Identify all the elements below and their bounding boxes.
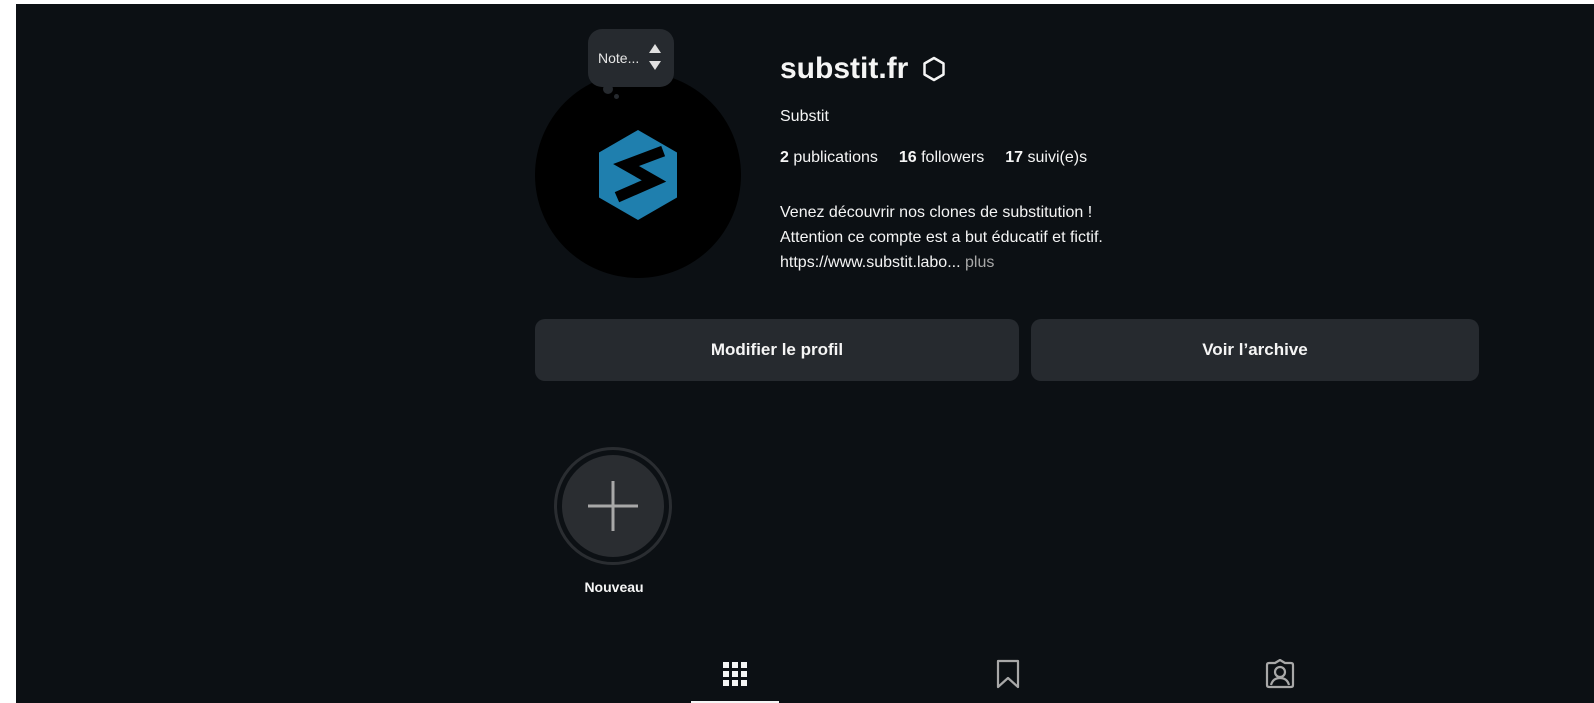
grid-icon [723, 662, 747, 686]
profile-stats: 2 publications 16 followers 17 suivi(e)s [780, 149, 1087, 167]
bio-line: Attention ce compte est a but éducatif e… [780, 229, 1103, 246]
bookmark-icon [996, 659, 1020, 689]
bio-line: Venez découvrir nos clones de substituti… [780, 204, 1093, 221]
stepper-arrows-icon[interactable] [648, 41, 662, 73]
stat-publications: 2 publications [780, 149, 878, 166]
bio-more-link[interactable]: plus [965, 254, 994, 271]
profile-full-name: Substit [780, 108, 829, 125]
new-highlight-button[interactable] [554, 447, 672, 565]
tab-saved[interactable] [991, 657, 1025, 691]
substit-logo-icon [599, 130, 677, 220]
new-highlight-circle [562, 455, 664, 557]
profile-username: substit.fr [780, 52, 909, 85]
new-highlight-label: Nouveau [584, 579, 644, 595]
view-archive-button[interactable]: Voir l’archive [1031, 319, 1479, 381]
edit-profile-button[interactable]: Modifier le profil [535, 319, 1019, 381]
tab-tagged[interactable] [1263, 657, 1297, 691]
settings-gear-icon[interactable] [920, 55, 948, 83]
stat-followers[interactable]: 16 followers [899, 149, 984, 167]
tagged-user-icon [1265, 659, 1295, 689]
profile-bio: Venez découvrir nos clones de substituti… [780, 200, 1300, 275]
stat-following[interactable]: 17 suivi(e)s [1005, 149, 1087, 167]
plus-icon [588, 481, 638, 531]
note-tail-dot-small [614, 94, 619, 99]
note-tail-dot [603, 84, 613, 94]
note-placeholder: Note... [598, 50, 640, 66]
bio-line-link: https://www.substit.labo... plus [780, 250, 1300, 275]
profile-username-row: substit.fr [780, 52, 948, 86]
note-input[interactable]: Note... [588, 29, 674, 87]
profile-avatar[interactable] [535, 72, 741, 278]
tab-posts[interactable] [718, 657, 752, 691]
bio-link[interactable]: https://www.substit.labo... [780, 254, 961, 271]
